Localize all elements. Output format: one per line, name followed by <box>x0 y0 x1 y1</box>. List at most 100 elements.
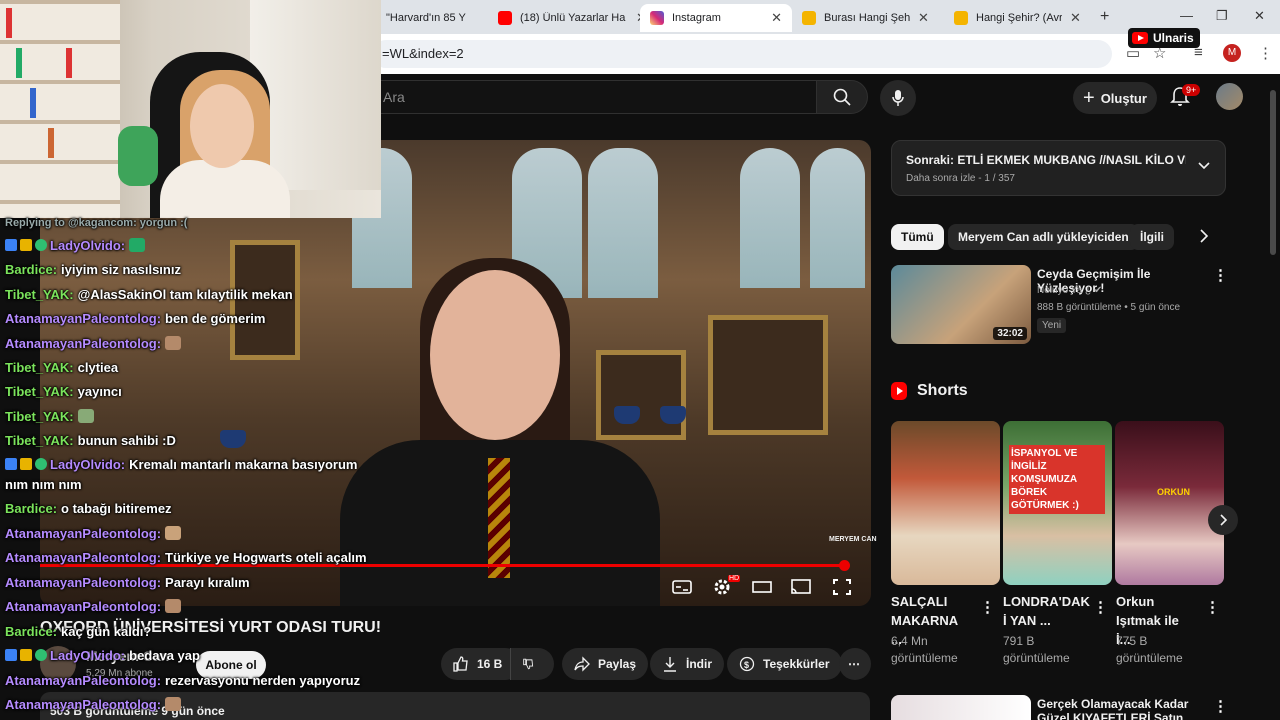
search-button[interactable] <box>816 80 868 114</box>
theater-mode-icon[interactable] <box>752 578 772 596</box>
shorts-header: Shorts <box>891 382 968 400</box>
chat-username[interactable]: Tibet_YAK: <box>5 433 74 448</box>
chat-username[interactable]: LadyOlvido: <box>50 238 125 253</box>
streamer-face <box>190 84 254 168</box>
close-icon[interactable]: ✕ <box>771 10 782 26</box>
recommended-thumbnail[interactable]: 32:02 <box>891 265 1031 344</box>
minimize-icon[interactable]: — <box>1180 8 1193 23</box>
chat-username[interactable]: AtanamayanPaleontolog: <box>5 526 161 541</box>
chip-all[interactable]: Tümü <box>891 224 944 250</box>
chat-username[interactable]: Tibet_YAK: <box>5 384 74 399</box>
browser-tab[interactable]: Hangi Şehir? (Avrupa ✕ <box>944 4 1091 32</box>
profile-avatar[interactable]: M <box>1223 44 1241 62</box>
chat-username[interactable]: Bardice: <box>5 501 57 516</box>
download-button[interactable]: İndir <box>650 648 724 680</box>
more-options-icon[interactable]: ⋮ <box>1213 266 1228 284</box>
chat-badge-icon <box>5 239 17 251</box>
shorts-label: Shorts <box>917 382 968 399</box>
download-icon <box>664 657 676 672</box>
tab-title: Instagram <box>672 12 721 24</box>
more-options-icon[interactable]: ⋮ <box>1213 697 1228 715</box>
cast-icon[interactable] <box>791 578 811 596</box>
recommended-thumbnail[interactable] <box>891 695 1031 720</box>
chat-message: AtanamayanPaleontolog: <box>5 697 182 713</box>
chat-text: Türkiye ye Hogwarts oteli açalım <box>165 550 367 565</box>
search-icon <box>833 88 851 106</box>
close-icon[interactable]: ✕ <box>1070 10 1081 26</box>
chat-message: Tibet_YAK: @AlasSakinOl tam kılaytilik me… <box>5 287 293 303</box>
chat-username[interactable]: AtanamayanPaleontolog: <box>5 311 161 326</box>
chat-text: @AlasSakinOl tam kılaytilik mekan <box>77 287 293 302</box>
voice-search-button[interactable] <box>880 80 916 116</box>
chat-username[interactable]: Bardice: <box>5 262 57 277</box>
short-thumbnail[interactable]: İSPANYOL VE İNGİLİZ KOMŞUMUZA BÖREK GÖTÜ… <box>1003 421 1112 585</box>
account-avatar[interactable] <box>1216 83 1243 110</box>
chat-username[interactable]: Tibet_YAK: <box>5 409 74 424</box>
fullscreen-icon[interactable] <box>832 578 852 596</box>
chat-text: kaç gün kaldı? <box>61 624 152 639</box>
subtitles-icon[interactable] <box>672 578 692 596</box>
chip-uploader[interactable]: Meryem Can adlı yükleyiciden <box>948 224 1139 250</box>
chat-text: ben de gömerim <box>165 311 266 326</box>
more-options-icon[interactable]: ⋮ <box>980 598 995 616</box>
window-close-icon[interactable]: ✕ <box>1254 8 1265 24</box>
browser-tab-active[interactable]: Instagram ✕ <box>640 4 792 32</box>
new-badge: Yeni <box>1037 318 1067 333</box>
chat-badge-icon <box>35 458 47 470</box>
chat-username[interactable]: Tibet_YAK: <box>5 287 74 302</box>
chat-badge-icon <box>5 458 17 470</box>
recommended-channel-name: Noluyo Ya ¿ <box>1037 285 1092 296</box>
chat-username[interactable]: AtanamayanPaleontolog: <box>5 599 161 614</box>
site-icon <box>802 11 816 25</box>
thumbs-down-icon <box>523 658 534 670</box>
like-button[interactable]: 16 B <box>441 648 521 680</box>
chip-related[interactable]: İlgili <box>1130 224 1174 250</box>
chat-username[interactable]: AtanamayanPaleontolog: <box>5 673 161 688</box>
progress-scrubber[interactable] <box>839 560 850 571</box>
share-button[interactable]: Paylaş <box>562 648 649 680</box>
more-icon: ⋯ <box>848 657 860 671</box>
scrollbar-thumb[interactable] <box>1270 90 1276 255</box>
short-title[interactable]: LONDRA'DAK İ YAN ... <box>1003 592 1090 630</box>
browser-tab[interactable]: (18) Ünlü Yazarlar Ha ✕ <box>488 4 657 32</box>
chat-username[interactable]: AtanamayanPaleontolog: <box>5 697 161 712</box>
chat-badge-icon <box>20 458 32 470</box>
thanks-button[interactable]: $ Teşekkürler <box>727 648 842 680</box>
microphone-icon <box>892 90 904 106</box>
chat-username[interactable]: LadyOlvido: <box>50 457 125 472</box>
chevron-right-icon[interactable] <box>1196 228 1212 244</box>
playlist-panel[interactable]: Sonraki: ETLİ EKMEK MUKBANG //NASIL KİLO… <box>891 140 1226 196</box>
recommended-channel[interactable]: Noluyo Ya ¿ ✔ <box>1037 285 1102 296</box>
dislike-button[interactable] <box>510 648 554 680</box>
super-thanks-icon: $ <box>739 656 755 672</box>
chat-username[interactable]: Tibet_YAK: <box>5 360 74 375</box>
menu-icon[interactable]: ⋮ <box>1258 44 1273 62</box>
chat-message: LadyOlvido: bedava yap <box>5 648 200 664</box>
ulnaris-badge: Ulnaris <box>1128 28 1200 48</box>
close-icon[interactable]: ✕ <box>918 10 929 26</box>
tab-title: "Harvard'ın 85 Y <box>386 12 466 24</box>
create-button[interactable]: + Oluştur <box>1073 82 1157 114</box>
short-thumbnail[interactable] <box>891 421 1000 585</box>
search-input[interactable]: Ara <box>372 80 816 114</box>
short-overlay-text: İSPANYOL VE İNGİLİZ KOMŞUMUZA BÖREK GÖTÜ… <box>1009 445 1105 514</box>
shorts-next-button[interactable] <box>1208 505 1238 535</box>
chat-username[interactable]: AtanamayanPaleontolog: <box>5 550 161 565</box>
tab-title: Burası Hangi Şehir? ( <box>824 12 910 24</box>
more-actions-button[interactable]: ⋯ <box>839 648 871 680</box>
more-options-icon[interactable]: ⋮ <box>1205 598 1220 616</box>
browser-tab[interactable]: Burası Hangi Şehir? ( ✕ <box>792 4 939 32</box>
short-thumbnail[interactable]: ORKUN <box>1115 421 1224 585</box>
recommended-title[interactable]: Gerçek Olamayacak Kadar Güzel KIYAFETLER… <box>1037 697 1207 720</box>
chat-username[interactable]: AtanamayanPaleontolog: <box>5 336 161 351</box>
chat-username[interactable]: AtanamayanPaleontolog: <box>5 575 161 590</box>
new-tab-icon[interactable]: + <box>1100 8 1109 26</box>
maximize-icon[interactable]: ❐ <box>1216 8 1228 24</box>
chat-username[interactable]: Bardice: <box>5 624 57 639</box>
short-views: 791 B görüntüleme <box>1003 634 1070 665</box>
chevron-down-icon[interactable] <box>1197 159 1211 173</box>
chat-username[interactable]: LadyOlvido: <box>50 648 125 663</box>
youtube-icon <box>1132 32 1148 44</box>
more-options-icon[interactable]: ⋮ <box>1093 598 1108 616</box>
url-input[interactable]: =WL&index=2 <box>372 40 1112 68</box>
